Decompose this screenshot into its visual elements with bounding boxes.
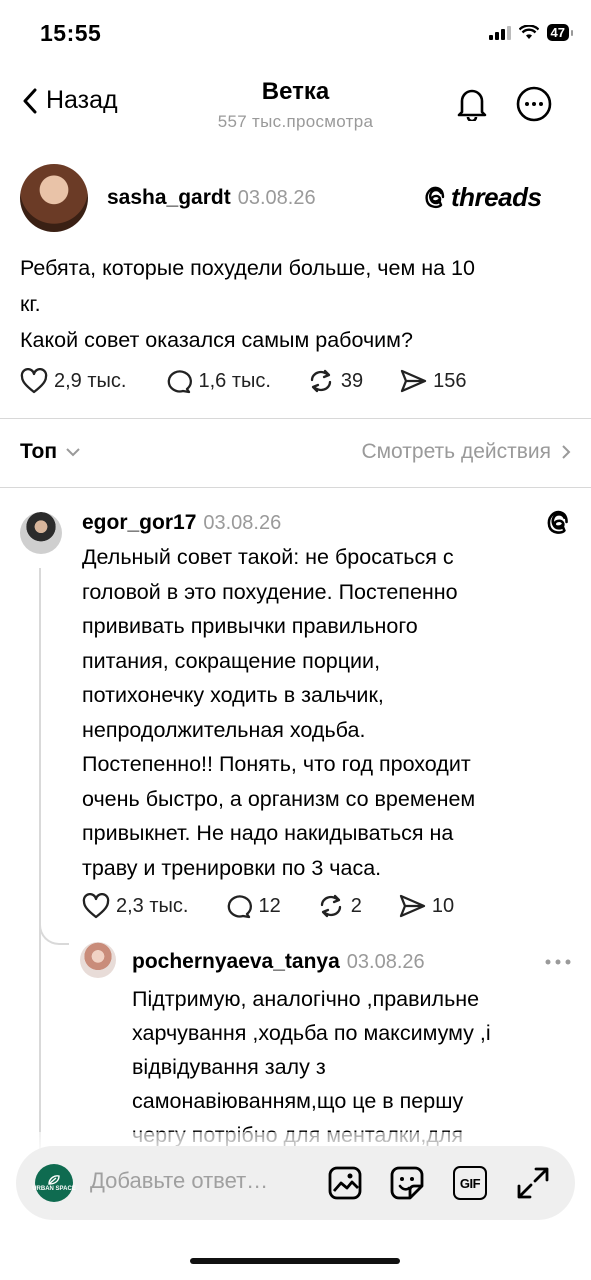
comment-text-line: траву и тренировки по 3 часа. [82,855,382,880]
image-icon [328,1166,362,1200]
expand-icon [516,1166,550,1200]
reply-text-line: відвідування залу з [132,1055,326,1079]
battery-indicator: 47 [546,24,574,41]
post-like-button[interactable]: 2,9 тыс. [20,368,126,394]
reply-text: Підтримую, аналогічно ,правильне харчува… [132,982,572,1152]
post-date: 03.08.26 [237,187,316,209]
see-actions-label: Смотреть действия [361,440,551,463]
reply-text-line: харчування ,ходьба по максимуму ,і [132,1021,491,1045]
post-share-count: 156 [433,369,467,392]
send-icon [399,368,427,394]
heart-icon [20,368,48,394]
post-username[interactable]: sasha_gardt [107,186,231,209]
more-circle-icon [516,86,552,122]
comment-reply-count: 12 [258,894,281,917]
post-text: Ребята, которые похудели больше, чем на … [20,250,570,358]
post-author-line: sasha_gardt 03.08.26 [107,186,316,210]
notification-button[interactable] [452,84,492,124]
leaf-icon [47,1174,61,1186]
heart-icon [82,893,110,919]
divider [0,487,591,488]
comment-repost-button[interactable]: 2 [317,893,362,919]
threads-logo-icon [424,185,448,211]
comment-text-line: прививать привычки правильного [82,614,418,638]
comment-icon [224,893,253,919]
home-indicator [190,1258,400,1264]
reply-text-line: Підтримую, аналогічно ,правильне [132,987,480,1011]
author-avatar[interactable] [20,164,88,232]
threads-brand: threads [451,182,542,212]
comment-reply-button[interactable]: 12 [224,893,281,919]
post-comment-button[interactable]: 1,6 тыс. [164,368,271,394]
wifi-icon [518,25,539,40]
comment-share-count: 10 [431,894,455,917]
comment-avatar[interactable] [20,512,62,554]
comment-actions: 2,3 тыс. 12 2 10 [82,893,454,919]
comment-text-line: потихонечку ходить в зальчик, [82,683,384,707]
comment-text: Дельный совет такой: не бросаться с голо… [82,540,572,885]
post-actions: 2,9 тыс. 1,6 тыс. 39 156 [20,368,467,394]
gif-button[interactable]: GIF [451,1164,489,1202]
reply-text-line: самонавіюванням,що це в першу [132,1089,464,1113]
sort-label: Топ [20,440,58,463]
reply-date: 03.08.26 [346,951,425,973]
gif-icon: GIF [453,1166,487,1200]
chevron-right-icon [561,444,571,460]
post-repost-count: 39 [340,369,364,392]
comment-text-line: очень быстро, а организм со временем [82,786,476,811]
divider [0,418,591,419]
comment-text-line: Дельный совет такой: не бросаться с [82,545,454,569]
signal-icon [488,25,511,40]
send-icon [398,893,426,919]
reply-more-button[interactable] [542,952,574,972]
post-text-line: Ребята, которые похудели больше, чем на … [20,256,475,280]
status-time: 15:55 [40,20,102,46]
view-count: 557 тыс.просмотра [217,112,374,131]
comment-text-line: Постепенно!! Понять, что год проходит [82,752,471,776]
comment-text-line: питания, сокращение порции, [82,648,381,673]
threads-icon [546,509,572,537]
post-share-button[interactable]: 156 [399,368,467,394]
repost-icon [307,368,335,394]
thread-line-curve [39,895,69,945]
expand-button[interactable] [514,1164,552,1202]
see-actions-link[interactable]: Смотреть действия [361,440,571,464]
more-options-button[interactable] [514,84,554,124]
reply-input[interactable]: Добавьте ответ… [90,1168,268,1194]
comment-text-line: головой в это похудение. Постепенно [82,579,458,604]
repost-icon [317,893,345,919]
image-button[interactable] [326,1164,364,1202]
comment-text-line: привыкнет. Не надо накидываться на [82,821,454,845]
comment-like-count: 2,3 тыс. [116,894,189,917]
comment-author-line: egor_gor17 03.08.26 [82,511,281,535]
reply-composer: URBAN SPACE Добавьте ответ… GIF [16,1146,575,1220]
comment-like-button[interactable]: 2,3 тыс. [82,893,188,919]
comment-date: 03.08.26 [203,512,282,534]
comment-repost-count: 2 [350,894,362,917]
thread-line [39,568,41,1158]
sticker-icon [390,1166,424,1200]
comment-icon [164,368,193,394]
reply-avatar[interactable] [80,942,116,978]
post-like-count: 2,9 тыс. [54,369,127,392]
comment-share-button[interactable]: 10 [398,893,454,919]
status-icons: 47 [488,24,574,41]
post-text-line: Какой совет оказался самым рабочим? [20,328,413,352]
post-repost-button[interactable]: 39 [307,368,363,394]
sticker-button[interactable] [388,1164,426,1202]
composer-avatar: URBAN SPACE [32,1164,76,1202]
reply-username[interactable]: pochernyaeva_tanya [132,950,340,973]
post-text-line: кг. [20,292,41,316]
more-horizontal-icon [545,959,571,965]
composer-avatar-text: URBAN SPACE [32,1186,76,1192]
chevron-down-icon [65,447,81,457]
comment-text-line: непродолжительная ходьба. [82,717,366,742]
threads-logo: threads [424,182,542,213]
reply-author-line: pochernyaeva_tanya 03.08.26 [132,950,425,974]
page-title: Ветка [261,78,330,105]
post-comment-count: 1,6 тыс. [198,369,271,392]
comment-username[interactable]: egor_gor17 [82,511,196,534]
bell-icon [456,87,488,121]
sort-dropdown[interactable]: Топ [20,440,81,464]
